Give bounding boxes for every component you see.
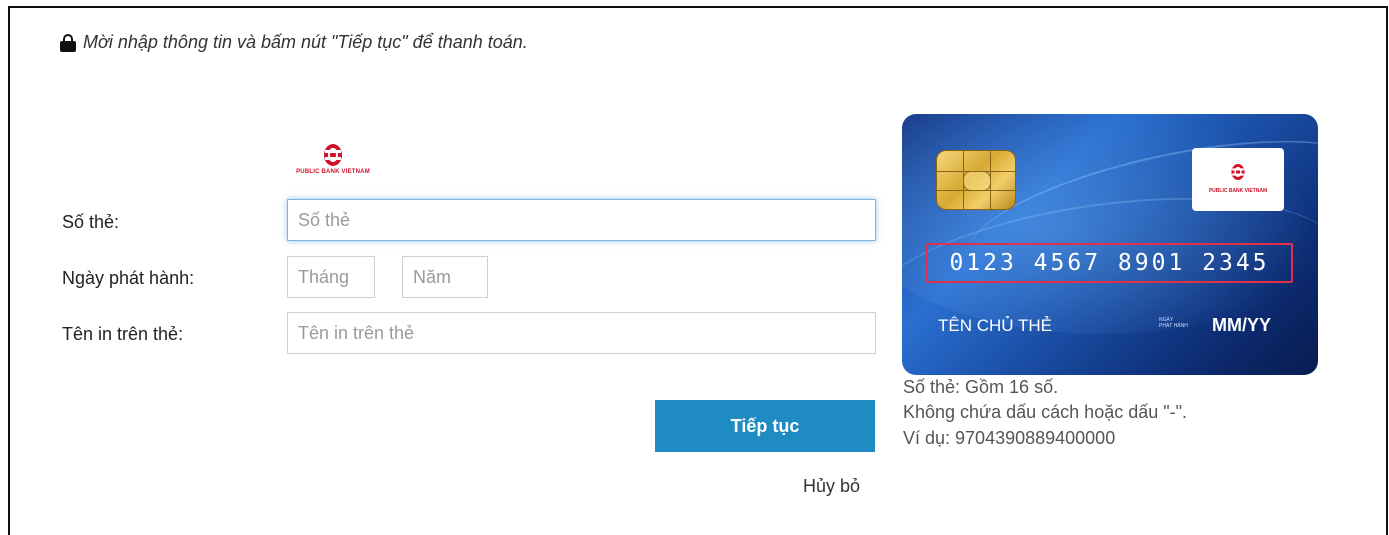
instruction-notice: Mời nhập thông tin và bấm nút "Tiếp tục"… — [60, 32, 528, 53]
cancel-link[interactable]: Hủy bỏ — [803, 476, 860, 497]
card-expiry-sample: MM/YY — [1212, 315, 1272, 335]
instruction-text: Mời nhập thông tin và bấm nút "Tiếp tục"… — [83, 32, 528, 52]
bank-emblem-icon — [1231, 164, 1245, 180]
holder-name-label: Tên in trên thẻ: — [62, 324, 184, 344]
bank-name: PUBLIC BANK VIETNAM — [296, 169, 370, 175]
chip-icon — [936, 150, 1017, 211]
hint-digits: Số thẻ: Gồm 16 số. — [903, 377, 1059, 397]
issue-year-input[interactable] — [402, 256, 488, 298]
card-number-label: Số thẻ: — [62, 212, 120, 232]
card-issue-label: NGÀY PHÁT HÀNH — [1159, 317, 1188, 329]
card-number-sample: 0123 4567 8901 2345 — [926, 243, 1293, 283]
card-holder-sample: TÊN CHỦ THẺ — [938, 316, 1052, 335]
continue-button[interactable]: Tiếp tục — [655, 400, 875, 452]
card-bank-logo: PUBLIC BANK VIETNAM — [1192, 148, 1284, 211]
holder-name-input[interactable] — [287, 312, 876, 354]
bank-logo: PUBLIC BANK VIETNAM — [277, 142, 389, 184]
issue-month-input[interactable] — [287, 256, 375, 298]
lock-icon — [60, 33, 76, 52]
hint-no-spaces: Không chứa dấu cách hoặc dấu "-". — [903, 402, 1188, 422]
issue-date-label: Ngày phát hành: — [62, 268, 195, 288]
bank-emblem-icon — [324, 144, 342, 166]
card-number-input[interactable] — [287, 199, 876, 241]
card-bank-name: PUBLIC BANK VIETNAM — [1208, 188, 1268, 194]
hint-example: Ví dụ: 9704390889400000 — [903, 428, 1116, 448]
card-preview: PUBLIC BANK VIETNAM 0123 4567 8901 2345 … — [902, 114, 1318, 375]
